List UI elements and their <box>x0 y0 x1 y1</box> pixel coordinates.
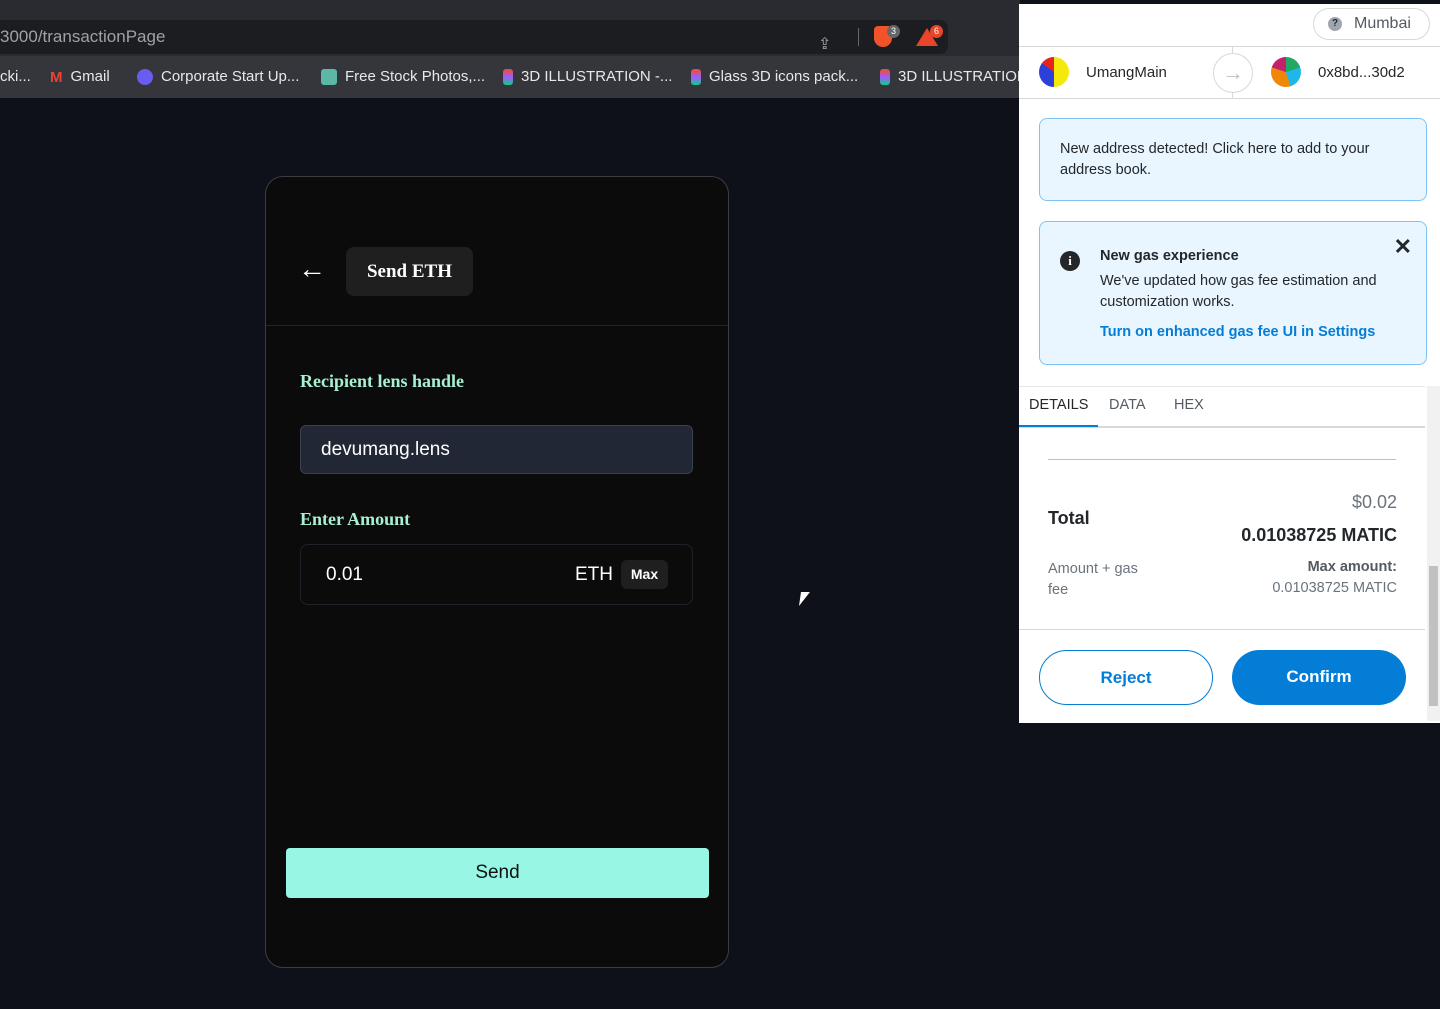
back-arrow-icon[interactable]: ← <box>298 255 326 283</box>
gmail-icon: M <box>50 68 63 86</box>
mouse-cursor-icon <box>799 592 810 606</box>
gas-notice: i ✕ New gas experience We've updated how… <box>1039 221 1427 365</box>
network-help-icon: ? <box>1328 17 1342 31</box>
total-native: 0.01038725 MATIC <box>1241 525 1397 545</box>
metamask-popup: ? Mumbai UmangMain → 0x8bd...30d2 New add… <box>1019 4 1440 723</box>
metamask-header: ? Mumbai <box>1019 4 1440 47</box>
url-field[interactable]: 3000/transactionPage ⇪ 3 6 <box>0 20 948 54</box>
tab-hex[interactable]: HEX <box>1174 397 1204 413</box>
from-account: UmangMain <box>1086 64 1167 81</box>
figma-icon <box>691 68 701 85</box>
rewards-count-badge: 6 <box>930 25 943 38</box>
bookmark-label: Free Stock Photos,... <box>345 68 486 85</box>
bookmark-item[interactable]: cki... <box>0 68 31 85</box>
send-button[interactable]: Send <box>286 848 709 898</box>
max-button[interactable]: Max <box>621 560 668 589</box>
divider <box>266 325 728 326</box>
network-name: Mumbai <box>1354 15 1411 32</box>
bookmarks-bar: cki... M Gmail Corporate Start Up... Free… <box>0 56 1020 98</box>
bookmark-item[interactable]: Glass 3D icons pack... <box>691 68 858 85</box>
gas-notice-title: New gas experience <box>1100 248 1239 264</box>
bookmark-label: cki... <box>0 68 31 85</box>
tab-details[interactable]: DETAILS <box>1019 397 1099 427</box>
divider <box>1048 459 1396 460</box>
divider <box>1019 629 1425 630</box>
gas-notice-body: We've updated how gas fee estimation and… <box>1100 273 1377 310</box>
max-amount-label: Max amount: <box>1307 559 1397 575</box>
send-eth-card: ← Send ETH Recipient lens handle devuman… <box>265 176 729 968</box>
network-selector[interactable]: ? Mumbai <box>1313 8 1430 40</box>
amount-label: Enter Amount <box>300 509 411 529</box>
recipient-label: Recipient lens handle <box>300 371 465 391</box>
scrollbar[interactable] <box>1427 386 1440 721</box>
account-row: UmangMain → 0x8bd...30d2 <box>1019 47 1440 99</box>
bookmark-item[interactable]: Free Stock Photos,... <box>321 68 485 85</box>
bookmark-label: Gmail <box>70 68 110 85</box>
bookmark-item[interactable]: Corporate Start Up... <box>137 68 299 85</box>
arrow-right-icon: → <box>1213 53 1253 93</box>
bookmark-label: Glass 3D icons pack... <box>709 68 859 85</box>
corporate-icon <box>137 68 153 85</box>
amount-field: 0.01 ETH Max <box>300 544 693 605</box>
to-account[interactable]: 0x8bd...30d2 <box>1318 64 1405 81</box>
recipient-input[interactable]: devumang.lens <box>300 425 693 474</box>
bookmark-item[interactable]: 3D ILLUSTRATION -... <box>503 68 672 85</box>
bookmark-gmail[interactable]: M Gmail <box>50 68 110 86</box>
reject-button[interactable]: Reject <box>1039 650 1213 705</box>
figma-icon <box>503 68 513 85</box>
amount-gas-label: Amount + gas fee <box>1048 561 1138 598</box>
amount-unit: ETH <box>575 564 613 585</box>
details-tabs: DETAILS DATA HEX <box>1019 386 1425 428</box>
total-label: Total <box>1048 508 1090 528</box>
max-amount-value: 0.01038725 MATIC <box>1272 580 1397 596</box>
close-icon[interactable]: ✕ <box>1394 236 1412 258</box>
browser-tab-strip[interactable] <box>0 0 1020 18</box>
gas-settings-link[interactable]: Turn on enhanced gas fee UI in Settings <box>1100 322 1406 343</box>
bookmark-item[interactable]: 3D ILLUSTRATION <box>880 68 1020 85</box>
from-avatar <box>1039 57 1069 87</box>
url-text: 3000/transactionPage <box>0 27 166 46</box>
scrollbar-thumb[interactable] <box>1429 566 1438 706</box>
amount-input[interactable]: 0.01 <box>326 564 363 586</box>
bookmark-label: Corporate Start Up... <box>161 68 300 85</box>
divider <box>858 28 859 46</box>
shields-count-badge: 3 <box>887 25 900 38</box>
page-title: Send ETH <box>346 247 473 296</box>
figma-icon <box>880 68 890 85</box>
info-icon: i <box>1060 251 1080 271</box>
to-avatar <box>1271 57 1301 87</box>
bookmark-label: 3D ILLUSTRATION -... <box>521 68 673 85</box>
address-bar: 3000/transactionPage ⇪ 3 6 <box>0 18 1020 56</box>
total-fiat: $0.02 <box>1351 492 1397 512</box>
confirm-button[interactable]: Confirm <box>1232 650 1406 705</box>
new-address-notice[interactable]: New address detected! Click here to add … <box>1039 118 1427 201</box>
pexels-icon <box>321 68 337 85</box>
bookmark-label: 3D ILLUSTRATION <box>898 68 1020 85</box>
tab-data[interactable]: DATA <box>1109 397 1146 413</box>
